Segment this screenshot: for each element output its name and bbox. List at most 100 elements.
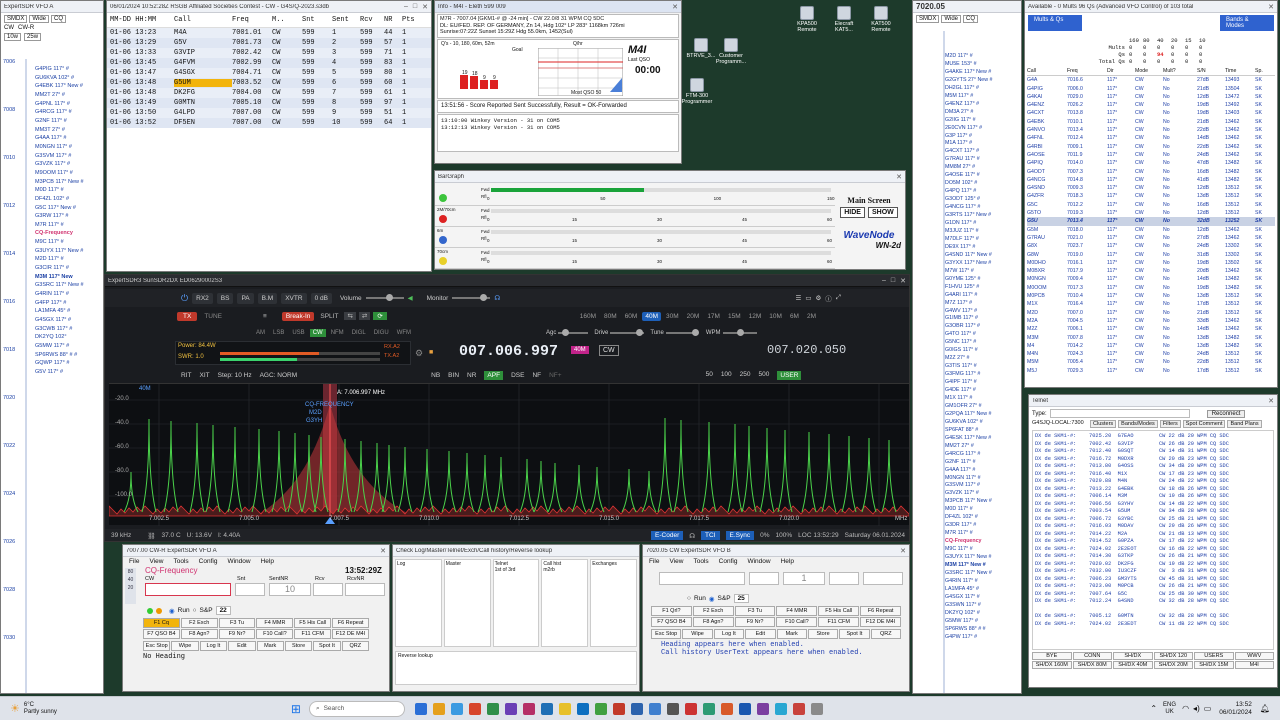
telnet-tab-0[interactable]: Clusters [1090, 420, 1117, 428]
settings-icon[interactable]: ⚙ [815, 294, 821, 302]
filter-button-250[interactable]: 250 [740, 371, 751, 380]
telnet-tab-1[interactable]: Bands/Modes [1118, 420, 1158, 428]
mode-badge[interactable]: CW [599, 345, 619, 356]
maximize-icon[interactable]: □ [413, 3, 417, 11]
callsign-input[interactable] [659, 572, 745, 585]
bandmap-spot[interactable]: M7Z 117° # [945, 300, 1021, 308]
bandmap-spot[interactable]: G3VZK 117° # [945, 490, 1021, 498]
function-key-f1[interactable]: F1 Cq [143, 618, 180, 628]
bandmap-spot[interactable]: G5V 117° # [35, 368, 103, 377]
bandmap-spot[interactable]: G4DE 117° # [945, 387, 1021, 395]
mults-list-row[interactable]: M0PCB 7010.4 117° CW No 13dB 13512 SK [1027, 292, 1275, 300]
drive-slider[interactable] [610, 329, 645, 336]
mic-icon[interactable]: ≡ [263, 313, 267, 320]
function-key-f11[interactable]: F11 CFM [818, 617, 860, 627]
mults-list-row[interactable]: G4ODT 7007.3 117° CW No 16dB 13482 SK [1027, 168, 1275, 176]
taskbar-app-icon[interactable] [810, 702, 823, 715]
telnet-button[interactable]: SH/DX 120 [1153, 652, 1193, 660]
band-button-80m[interactable]: 80M [601, 312, 620, 321]
bandmap-spot[interactable]: G4RCG 117° # [945, 451, 1021, 459]
bandmap-spot[interactable]: M3PCB 117° New # [945, 498, 1021, 506]
bandmap-spot[interactable]: G4ARI 117° # [945, 292, 1021, 300]
sp-radio[interactable]: ○ [193, 607, 197, 614]
taskbar-app-icon[interactable] [594, 702, 607, 715]
action-button-store[interactable]: Store [807, 629, 839, 639]
mults-list-row[interactable]: G4A 7016.6 117° CW No 27dB 13493 SK [1027, 76, 1275, 84]
bandmap-spot[interactable]: DK2YQ 102° [35, 333, 103, 342]
bandmap-spot[interactable]: M5M 117° # [945, 93, 1021, 101]
taskbar-app-icon[interactable] [774, 702, 787, 715]
taskbar-app-icon[interactable] [612, 702, 625, 715]
mults-list-row[interactable]: G4OSE 7011.9 117° CW No 24dB 13462 SK [1027, 151, 1275, 159]
desktop-icon-elecraft[interactable]: Elecraft KAT5... [825, 6, 863, 33]
mults-list-row[interactable]: G8X 7023.7 117° CW No 24dB 13302 SK [1027, 242, 1275, 250]
bandmap-spot[interactable]: CQ-Frequency [35, 229, 103, 238]
mults-list-row[interactable]: M2A 7004.5 117° CW No 33dB 13462 SK [1027, 317, 1275, 325]
taskbar-app-icon[interactable] [540, 702, 553, 715]
dse-button[interactable]: DSE [511, 372, 524, 379]
bandmap-spot[interactable]: GU6KVA 102° # [945, 419, 1021, 427]
menu-view[interactable]: View [149, 558, 163, 565]
filter-button-100[interactable]: 100 [721, 371, 732, 380]
log-row[interactable]: 01-06 13:52 DF5EN 7007.00 CW 599 10 599 64 1 [107, 118, 431, 128]
bandmap-spot[interactable]: M7R 117° # [945, 530, 1021, 538]
minimize-icon[interactable]: – [882, 277, 886, 285]
settings-small-icon[interactable]: ⚙ [415, 348, 423, 359]
function-key-f11[interactable]: F11 CFM [294, 629, 332, 639]
nf-button[interactable]: NF [532, 372, 541, 379]
log-row[interactable]: 01-06 13:48 G5UM 7003.52 CW 599 6 599 60 1 [107, 78, 431, 88]
mults-list-row[interactable]: G4ZFR 7018.3 117° CW No 13dB 13512 SK [1027, 192, 1275, 200]
band-button-160m[interactable]: 160M [577, 312, 599, 321]
menu-file[interactable]: File [649, 558, 659, 565]
taskbar-app-icon[interactable] [432, 702, 445, 715]
bandmap-spot[interactable]: G4PQ 117° # [945, 188, 1021, 196]
bandmap-spot[interactable]: M0D 117° # [945, 506, 1021, 514]
bin-button[interactable]: BIN [448, 372, 459, 379]
bandmap-spot[interactable]: MM2T 27° # [945, 443, 1021, 451]
fullscreen-icon[interactable]: ⤢ [836, 294, 841, 302]
log-row[interactable]: 01-06 13:49 G0MTN 7005.10 CW 599 8 599 97 1 [107, 98, 431, 108]
band-button-60m[interactable]: 60M [622, 312, 641, 321]
desktop-icon-ftm300[interactable]: FTM-300 Programmer [678, 78, 716, 105]
menu-config[interactable]: Config [199, 558, 218, 565]
rx2-button[interactable]: RX2 [192, 292, 213, 304]
mults-list-row[interactable]: M0BXR 7017.9 117° CW No 20dB 13462 SK [1027, 267, 1275, 275]
band-button-10m[interactable]: 10M [766, 312, 785, 321]
log-row[interactable]: 01-06 13:23 M4A 7001.01 CW 599 1 599 44 1 [107, 28, 431, 38]
mode-button-usb[interactable]: USB [289, 329, 307, 337]
mults-list-row[interactable]: G4ENZ 7026.2 117° CW No 19dB 13492 SK [1027, 101, 1275, 109]
rit-button[interactable]: RIT [181, 372, 191, 379]
telnet-tab-3[interactable]: Spot Comment [1182, 420, 1226, 428]
bandmap-spot[interactable]: G3RW 117° # [35, 212, 103, 221]
bandmap-spot[interactable]: G3SVM 117° # [35, 152, 103, 161]
bandmap-spot[interactable]: G3SWN 117° # [945, 602, 1021, 610]
bandmap-spot[interactable]: G4AA 117° # [945, 467, 1021, 475]
snt-input[interactable] [749, 572, 779, 585]
close-icon[interactable]: ✕ [1268, 3, 1274, 11]
function-key-f3[interactable]: F3 Tu [218, 618, 256, 628]
bandmap-spot[interactable]: M3M 117° New # [945, 562, 1021, 570]
mults-list-row[interactable]: M1X 7016.4 117° CW No 17dB 13512 SK [1027, 300, 1275, 308]
function-key-f2[interactable]: F2 Exch [180, 618, 218, 628]
mults-list-row[interactable]: M0NGN 7009.4 117° CW No 14dB 13482 SK [1027, 275, 1275, 283]
bandmap-area[interactable]: M2D 117° # MU5E 153° # G4AKE 117° New # G2G… [913, 31, 1021, 693]
telnet-button[interactable]: SH/DX [1113, 652, 1153, 660]
close-icon[interactable]: ✕ [900, 547, 906, 555]
menu-file[interactable]: File [129, 558, 139, 565]
tune-button[interactable]: TUNE [200, 312, 226, 321]
taskbar-app-icon[interactable] [720, 702, 733, 715]
log-row[interactable]: 01-06 13:33 G3VIP 7002.42 CW 599 3 599 71 1 [107, 48, 431, 58]
band-badge[interactable]: 40M [571, 346, 589, 354]
run-radio[interactable]: ○ [687, 595, 691, 602]
telnet-button[interactable]: SH/DX 15M [1194, 661, 1234, 669]
function-key-f7[interactable]: F7 QSO B4 [651, 617, 692, 627]
bandmap-spot[interactable]: G3YXX 117° New # [945, 260, 1021, 268]
maximize-icon[interactable]: □ [891, 277, 895, 285]
function-key-f7[interactable]: F7 QSO B4 [143, 629, 180, 639]
bandmap-btn-wide[interactable]: Wide [941, 15, 962, 23]
bandmap-spot[interactable]: DO5M 102° # [945, 180, 1021, 188]
mults-list-row[interactable]: G4FNL 7012.4 117° CW No 14dB 13462 SK [1027, 134, 1275, 142]
battery-icon[interactable]: ▭ [1204, 704, 1212, 713]
chevron-up-icon[interactable]: ⌃ [1150, 704, 1157, 713]
taskbar-app-icon[interactable] [558, 702, 571, 715]
